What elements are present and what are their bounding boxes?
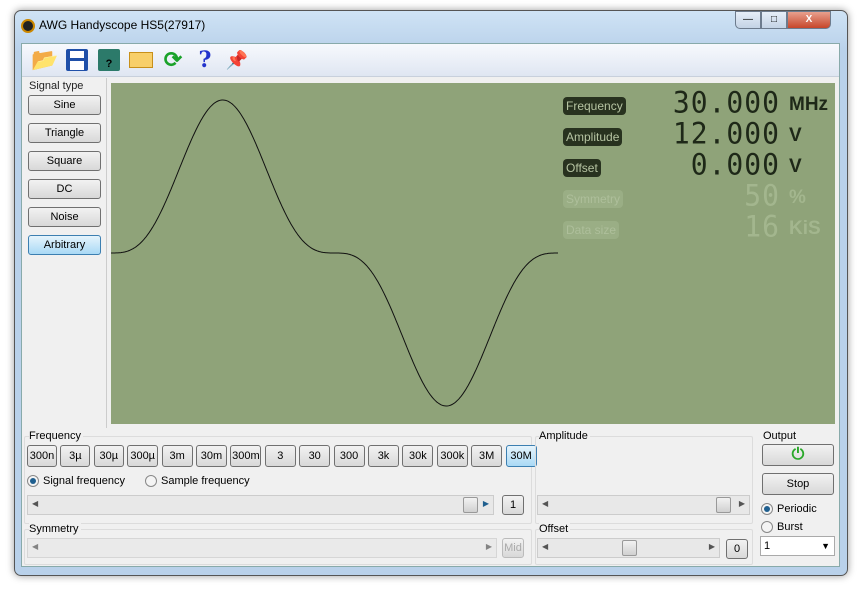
frequency-range-button[interactable]: 300m — [230, 445, 262, 467]
readout-label: Offset — [563, 159, 601, 177]
frequency-range-button[interactable]: 30M — [505, 445, 537, 467]
readout-unit: KiS — [789, 218, 821, 239]
frequency-range-button[interactable]: 30µ — [93, 445, 124, 467]
amplitude-slider-thumb[interactable] — [716, 497, 731, 513]
open-icon[interactable]: 📂 — [31, 47, 58, 73]
signal-square-button[interactable]: Square — [28, 151, 101, 171]
save-as-icon[interactable]: ? — [96, 47, 122, 73]
offset-label: Offset — [539, 523, 571, 535]
frequency-label: Frequency — [29, 430, 83, 442]
periodic-label: Periodic — [777, 503, 817, 515]
sample-frequency-radio[interactable]: Sample frequency — [145, 475, 250, 487]
burst-count-value: 1 — [764, 540, 771, 552]
radio-dot — [761, 521, 773, 533]
readout-unit: MHz — [789, 94, 829, 115]
window-title-text: AWG Handyscope HS5(27917) — [39, 18, 206, 32]
offset-slider[interactable]: ◀ ▶ — [537, 538, 720, 558]
save-icon[interactable] — [64, 47, 90, 73]
frequency-reset-button[interactable]: 1 — [502, 495, 524, 515]
burst-radio[interactable]: Burst — [761, 521, 803, 533]
refresh-icon[interactable]: ⟳ — [160, 47, 186, 73]
signal-type-panel: Signal type Sine Triangle Square DC Nois… — [23, 78, 107, 428]
power-icon: ⏻ — [791, 446, 805, 463]
symmetry-slider[interactable]: ◀ ▶ — [27, 538, 497, 558]
amplitude-slider[interactable]: ◀ ▶ — [537, 495, 750, 515]
frequency-range-button[interactable]: 30k — [402, 445, 434, 467]
toolbar: 📂 ? ⟳ ? 📌 — [22, 44, 839, 77]
help-icon[interactable]: ? — [192, 47, 218, 73]
output-power-button[interactable]: ⏻ — [762, 444, 834, 466]
save-as-glyph: ? — [105, 58, 113, 70]
readout-label: Symmetry — [563, 190, 623, 208]
symmetry-label: Symmetry — [29, 523, 81, 535]
amplitude-label: Amplitude — [539, 430, 590, 442]
frequency-range-button[interactable]: 30 — [299, 445, 331, 467]
frequency-range-button[interactable]: 3k — [368, 445, 399, 467]
frequency-range-button[interactable]: 300k — [436, 445, 468, 467]
minimize-button[interactable]: — — [735, 11, 761, 29]
radio-dot — [761, 503, 773, 515]
frequency-range-button[interactable]: 3µ — [60, 445, 91, 467]
close-button[interactable]: X — [787, 11, 831, 29]
symmetry-mid-button[interactable]: Mid — [502, 538, 524, 558]
readout-unit: % — [789, 187, 806, 208]
frequency-range-button[interactable]: 300n — [27, 445, 57, 467]
signal-sine-button[interactable]: Sine — [28, 95, 101, 115]
readout-unit: V — [789, 156, 802, 177]
client-area: 📂 ? ⟳ ? 📌 Signal type Sine Triangle Squa… — [21, 43, 840, 567]
signal-noise-button[interactable]: Noise — [28, 207, 101, 227]
radio-dot — [145, 475, 157, 487]
signal-frequency-label: Signal frequency — [43, 475, 125, 487]
mail-icon[interactable] — [128, 47, 154, 73]
frequency-range-button[interactable]: 3 — [264, 445, 296, 467]
readout-value: 0.000 — [690, 147, 780, 182]
frequency-range-button[interactable]: 30m — [196, 445, 227, 467]
signal-triangle-button[interactable]: Triangle — [28, 123, 101, 143]
window-controls: — □ X — [735, 11, 831, 29]
frequency-range-button[interactable]: 3m — [161, 445, 193, 467]
burst-count-select[interactable]: 1 ▼ — [760, 536, 835, 556]
burst-label: Burst — [777, 521, 803, 533]
offset-reset-button[interactable]: 0 — [726, 539, 748, 559]
radio-dot — [27, 475, 39, 487]
pin-icon[interactable]: 📌 — [224, 47, 250, 73]
output-label: Output — [763, 430, 799, 442]
frequency-slider[interactable]: ◀ ▶ — [27, 495, 494, 515]
waveform-trace — [111, 99, 558, 407]
signal-type-label: Signal type — [29, 80, 84, 92]
periodic-radio[interactable]: Periodic — [761, 503, 817, 515]
stop-button[interactable]: Stop — [762, 473, 834, 495]
maximize-button[interactable]: □ — [761, 11, 787, 29]
signal-frequency-radio[interactable]: Signal frequency — [27, 475, 125, 487]
readout-label: Amplitude — [563, 128, 623, 146]
readout-unit: V — [789, 125, 802, 146]
frequency-slider-thumb[interactable] — [463, 497, 478, 513]
window-title: AWG Handyscope HS5(27917) — [22, 18, 205, 32]
frequency-range-button[interactable]: 300µ — [127, 445, 159, 467]
chevron-down-icon: ▼ — [821, 541, 830, 551]
readout-value: 30.000 — [672, 85, 780, 120]
readout-value: 16 — [744, 209, 780, 244]
sample-frequency-label: Sample frequency — [161, 475, 250, 487]
waveform-display: Frequency 30.000 MHz Amplitude 12.000 V Offset… — [111, 83, 835, 424]
signal-dc-button[interactable]: DC — [28, 179, 101, 199]
readout-value: 12.000 — [672, 116, 780, 151]
readout-value: 50 — [744, 178, 780, 213]
frequency-range-button[interactable]: 300 — [333, 445, 365, 467]
signal-arbitrary-button[interactable]: Arbitrary — [28, 235, 101, 255]
frequency-range-button[interactable]: 3M — [471, 445, 503, 467]
readout-label: Frequency — [563, 97, 626, 115]
readout-label: Data size — [563, 221, 620, 239]
offset-slider-thumb[interactable] — [622, 540, 637, 556]
